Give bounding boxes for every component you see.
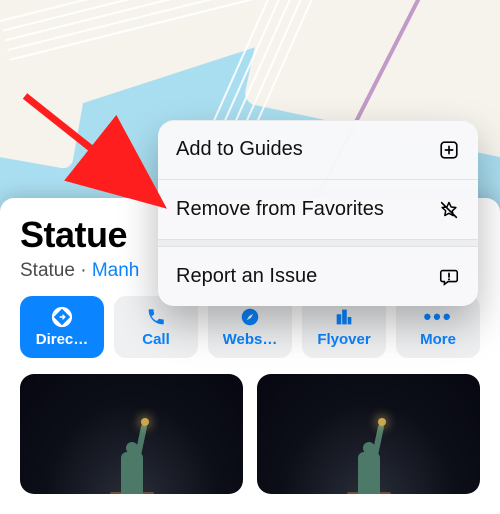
menu-label: Remove from Favorites: [176, 198, 384, 221]
directions-icon: [51, 306, 73, 328]
compass-icon: [239, 306, 261, 328]
flyover-label: Flyover: [317, 331, 370, 348]
place-photo[interactable]: [257, 374, 480, 494]
more-label: More: [420, 331, 456, 348]
ellipsis-icon: •••: [423, 306, 452, 328]
phone-icon: [145, 306, 167, 328]
statue-illustration: [102, 412, 162, 494]
menu-separator: [158, 239, 478, 247]
separator: ·: [75, 260, 92, 281]
menu-label: Report an Issue: [176, 265, 317, 288]
star-slash-icon: [438, 199, 460, 221]
menu-remove-favorite[interactable]: Remove from Favorites: [158, 179, 478, 239]
call-label: Call: [142, 331, 170, 348]
context-menu: Add to Guides Remove from Favorites Repo…: [158, 120, 478, 306]
statue-illustration: [339, 412, 399, 494]
add-square-icon: [438, 139, 460, 161]
place-photo[interactable]: [20, 374, 243, 494]
menu-label: Add to Guides: [176, 138, 303, 161]
place-locality[interactable]: Manh: [92, 260, 140, 281]
report-bubble-icon: [438, 266, 460, 288]
buildings-icon: [333, 306, 355, 328]
menu-add-to-guides[interactable]: Add to Guides: [158, 120, 478, 179]
directions-button[interactable]: Direc…: [20, 296, 104, 358]
menu-report-issue[interactable]: Report an Issue: [158, 247, 478, 306]
maps-screenshot: Statue Statue · Manh Direc… Call Webs… F…: [0, 0, 500, 514]
website-label: Webs…: [223, 331, 278, 348]
place-category: Statue: [20, 260, 75, 281]
directions-label: Direc…: [36, 331, 89, 348]
photo-strip: [20, 374, 480, 494]
